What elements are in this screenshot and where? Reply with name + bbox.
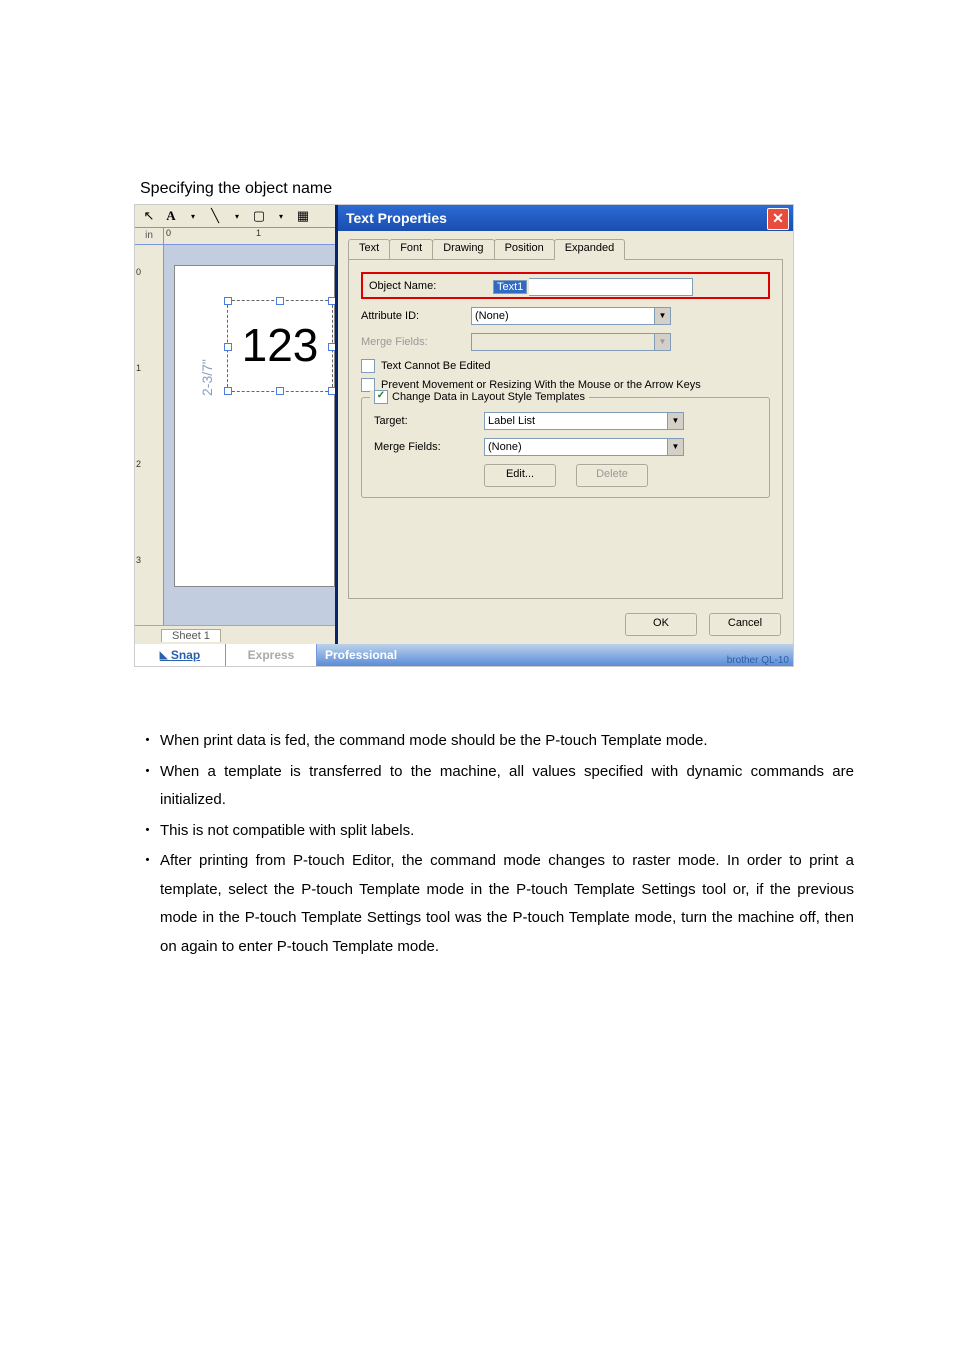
section-heading: Specifying the object name [140,180,914,198]
bullet-icon: ・ [140,758,160,815]
delete-button: Delete [576,464,648,487]
chevron-down-icon: ▼ [667,413,683,429]
tab-text[interactable]: Text [348,239,390,259]
resize-handle-nw[interactable] [224,297,232,305]
ruler-header: in 0 1 [135,228,335,245]
resize-handle-n[interactable] [276,297,284,305]
text-object-content: 123 [228,301,332,375]
target-label: Target: [374,415,484,427]
canvas[interactable]: 2-3/7" 123 [164,245,335,625]
note-item: ・ When a template is transferred to the … [140,758,854,815]
sheet-tabs-row: Sheet 1 [135,625,335,644]
attribute-id-label: Attribute ID: [361,310,471,322]
tab-content-expanded: Object Name: Text1 Attribute ID: (None) … [348,259,783,599]
unit-cell: in [135,228,164,244]
line-tool-icon[interactable]: ╲ [207,208,223,224]
checkbox-icon[interactable] [361,359,375,373]
attribute-id-combo[interactable]: (None) ▼ [471,307,671,325]
object-name-label: Object Name: [369,280,479,292]
text-tool-icon[interactable]: A [163,208,179,224]
vertical-ruler: 0 1 2 3 [135,245,164,625]
mode-professional[interactable]: Professional [317,644,793,666]
editor-pane: ↖ A ▾ ╲ ▾ ▢ ▾ ▦ in 0 1 [135,205,336,644]
ok-button[interactable]: OK [625,613,697,636]
editor-toolbar: ↖ A ▾ ╲ ▾ ▢ ▾ ▦ [135,205,335,228]
object-name-input[interactable]: Text1 [493,280,527,294]
selected-text-object[interactable]: 123 [227,300,333,392]
change-data-group: ✓ Change Data in Layout Style Templates … [361,397,770,498]
merge-fields-label: Merge Fields: [361,336,471,348]
dimension-label: 2-3/7" [199,359,215,396]
sheet-tab[interactable]: Sheet 1 [161,629,221,642]
note-item: ・ After printing from P-touch Editor, th… [140,847,854,961]
bullet-icon: ・ [140,847,160,961]
cannot-edit-checkbox-row[interactable]: Text Cannot Be Edited [361,359,770,373]
close-button[interactable]: ✕ [767,208,789,230]
chevron-down-icon: ▼ [667,439,683,455]
note-text: When print data is fed, the command mode… [160,727,854,756]
dropdown-icon[interactable]: ▾ [185,208,201,224]
note-text: When a template is transferred to the ma… [160,758,854,815]
notes-list: ・ When print data is fed, the command mo… [140,727,854,961]
close-icon: ✕ [772,210,784,226]
tab-drawing[interactable]: Drawing [432,239,494,259]
screenshot-figure: ↖ A ▾ ╲ ▾ ▢ ▾ ▦ in 0 1 [134,204,794,667]
merge-fields-combo: ▼ [471,333,671,351]
tab-font[interactable]: Font [389,239,433,259]
chevron-down-icon: ▼ [654,308,670,324]
pointer-tool-icon[interactable]: ↖ [141,208,157,224]
text-properties-dialog: Text Properties ✕ Text Font Drawing Posi… [335,205,793,644]
mode-switcher: ◣ Snap Express Professional brother QL-1… [135,644,793,666]
table-tool-icon[interactable]: ▦ [295,208,311,224]
horizontal-ruler: 0 1 [164,228,335,244]
cancel-button[interactable]: Cancel [709,613,781,636]
dialog-titlebar[interactable]: Text Properties ✕ [338,205,793,231]
dropdown-icon[interactable]: ▾ [229,208,245,224]
note-text: This is not compatible with split labels… [160,817,854,846]
brand-tail: brother QL-10 [727,655,789,666]
dialog-tabs: Text Font Drawing Position Expanded [348,239,783,259]
note-text: After printing from P-touch Editor, the … [160,847,854,961]
edit-button[interactable]: Edit... [484,464,556,487]
merge-fields2-label: Merge Fields: [374,441,484,453]
note-item: ・ When print data is fed, the command mo… [140,727,854,756]
object-name-callout: Object Name: Text1 [361,272,770,299]
merge-fields2-combo[interactable]: (None) ▼ [484,438,684,456]
target-combo[interactable]: Label List ▼ [484,412,684,430]
checkbox-icon[interactable]: ✓ [374,390,388,404]
mode-snap[interactable]: ◣ Snap [135,644,226,666]
resize-handle-s[interactable] [276,387,284,395]
note-item: ・ This is not compatible with split labe… [140,817,854,846]
group-legend-text: Change Data in Layout Style Templates [392,391,585,403]
resize-handle-w[interactable] [224,343,232,351]
tab-expanded[interactable]: Expanded [554,239,626,260]
resize-handle-sw[interactable] [224,387,232,395]
bullet-icon: ・ [140,727,160,756]
dropdown-icon[interactable]: ▾ [273,208,289,224]
snap-icon: ◣ [160,650,168,661]
chevron-down-icon: ▼ [654,334,670,350]
tab-position[interactable]: Position [494,239,555,259]
label-area: 2-3/7" 123 [174,265,335,587]
cannot-edit-label: Text Cannot Be Edited [381,360,490,372]
dialog-title: Text Properties [346,210,447,226]
mode-express[interactable]: Express [226,644,317,666]
object-name-input-tail[interactable] [529,278,693,296]
rect-tool-icon[interactable]: ▢ [251,208,267,224]
bullet-icon: ・ [140,817,160,846]
